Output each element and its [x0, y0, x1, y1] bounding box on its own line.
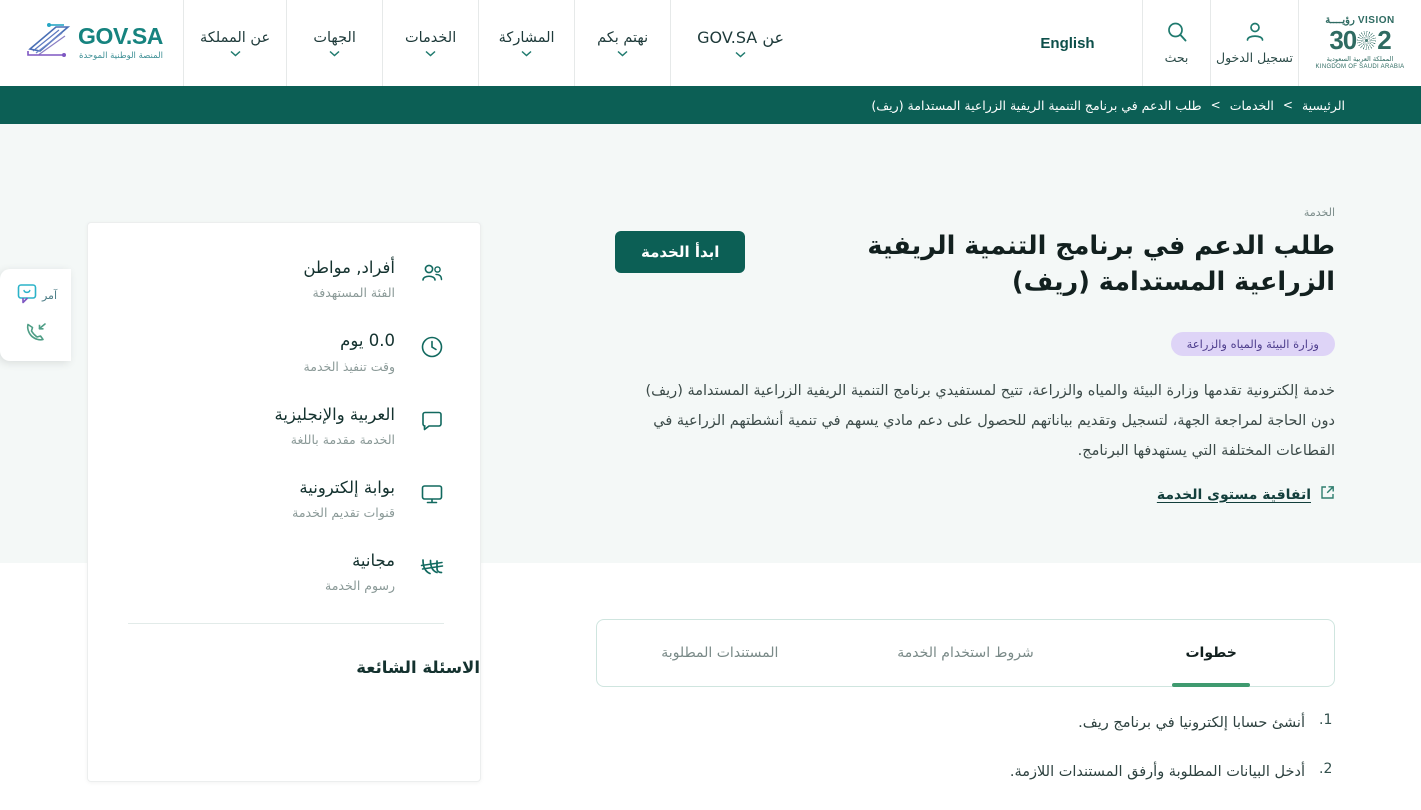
service-description: خدمة إلكترونية تقدمها وزارة البيئة والمي… [645, 383, 1335, 460]
nav-item-label: نهتم بكم [597, 29, 649, 46]
site-header: GOV.SA المنصة الوطنية الموحدة عن المملكة [0, 0, 1421, 86]
chevron-down-icon [425, 50, 436, 57]
agency-badge: وزارة البيئة والمياه والزراعة [1170, 332, 1335, 356]
floating-support-widget: آمر [0, 269, 71, 361]
govsa-logo-subtitle: المنصة الوطنية الموحدة [79, 51, 163, 61]
list-item: 1. أنشئ حسابا إلكترونيا في برنامج ريف. [596, 712, 1335, 735]
nav-item-label: عن GOV.SA [697, 28, 785, 47]
step-number: 2. [1319, 761, 1333, 778]
phone-callback-icon [23, 320, 49, 348]
govsa-logo[interactable]: GOV.SA المنصة الوطنية الموحدة [0, 0, 183, 86]
login-button-label: تسجيل الدخول [1215, 50, 1294, 65]
govsa-swoosh-icon [20, 21, 72, 65]
nav-item-label: عن المملكة [200, 29, 271, 46]
external-link-icon [1320, 485, 1335, 504]
search-icon [1166, 21, 1188, 47]
breadcrumb-item-current: طلب الدعم في برنامج التنمية الريفية الزر… [871, 97, 1202, 113]
riyal-icon [417, 552, 447, 582]
page-title: طلب الدعم في برنامج التنمية الريفية الزر… [867, 231, 1335, 298]
fact-label: رسوم الخدمة [325, 578, 395, 594]
start-service-button[interactable]: ابدأ الخدمة [615, 231, 746, 273]
chevron-down-icon [230, 50, 241, 57]
fact-value: 0.0 يوم [340, 331, 395, 351]
list-item: 2. أدخل البيانات المطلوبة وأرفق المستندا… [596, 761, 1335, 784]
tab-label: خطوات [1185, 645, 1237, 661]
breadcrumb-item-services[interactable]: الخدمات [1230, 98, 1274, 113]
service-kicker: الخدمة [1303, 206, 1335, 219]
tab-steps[interactable]: خطوات [1088, 620, 1334, 686]
callback-button[interactable] [23, 320, 49, 348]
search-button-label: بحث [1164, 50, 1189, 65]
breadcrumb-item-home[interactable]: الرئيسية [1302, 98, 1345, 113]
vision-logo-kingdom-ar: المملكة العربية السعودية [1326, 55, 1394, 64]
nav-item-entities[interactable]: الجهات [286, 0, 382, 86]
language-toggle-label: English [1040, 34, 1095, 52]
service-tabs: خطوات شروط استخدام الخدمة المستندات المط… [596, 619, 1335, 687]
fact-value: بوابة إلكترونية [299, 477, 395, 497]
tab-label: المستندات المطلوبة [661, 645, 779, 661]
fact-label: الفئة المستهدفة [312, 285, 395, 301]
vision-logo-year-left: 2 [1377, 25, 1392, 56]
user-icon [1244, 21, 1266, 47]
chat-icon [417, 406, 447, 436]
fact-language: العربية والإنجليزية الخدمة مقدمة باللغة [88, 404, 480, 447]
nav-item-we-care[interactable]: نهتم بكم [574, 0, 670, 86]
nav-item-services[interactable]: الخدمات [382, 0, 478, 86]
card-divider [128, 623, 444, 625]
language-toggle[interactable]: English [993, 0, 1143, 86]
vision-logo-ornament-icon [1357, 30, 1377, 50]
breadcrumb-separator: > [1282, 98, 1293, 112]
sla-link[interactable]: اتفاقية مستوى الخدمة [1157, 485, 1335, 504]
fact-label: قنوات تقديم الخدمة [292, 505, 395, 521]
users-icon [417, 259, 447, 289]
header-spacer [810, 0, 993, 86]
nav-item-label: الخدمات [404, 29, 457, 46]
fact-fees: مجانية رسوم الخدمة [88, 550, 480, 593]
fact-value: العربية والإنجليزية [274, 404, 395, 424]
step-text: أنشئ حسابا إلكترونيا في برنامج ريف. [1078, 715, 1305, 731]
fact-channels: بوابة إلكترونية قنوات تقديم الخدمة [88, 477, 480, 520]
fact-target-audience: أفراد, مواطن الفئة المستهدفة [88, 257, 480, 300]
nav-item-label: المشاركة [498, 29, 555, 46]
fact-label: الخدمة مقدمة باللغة [290, 431, 395, 447]
chevron-down-icon [521, 50, 532, 57]
chevron-down-icon [329, 50, 340, 57]
login-button[interactable]: تسجيل الدخول [1211, 0, 1299, 86]
step-number: 1. [1319, 712, 1333, 728]
fact-label: وقت تنفيذ الخدمة [303, 358, 395, 374]
fact-value: مجانية [352, 551, 395, 571]
sla-link-label: اتفاقية مستوى الخدمة [1156, 486, 1311, 503]
step-text: أدخل البيانات المطلوبة وأرفق المستندات ا… [1009, 764, 1305, 781]
vision-logo-year-right: 30 [1329, 25, 1357, 56]
nav-item-about-kingdom[interactable]: عن المملكة [183, 0, 286, 86]
faq-section-title[interactable]: الاسئلة الشائعة [88, 658, 480, 677]
tab-label: شروط استخدام الخدمة [897, 645, 1034, 661]
breadcrumb-separator: > [1210, 98, 1221, 112]
fact-service-time: 0.0 يوم وقت تنفيذ الخدمة [88, 330, 480, 374]
chevron-down-icon [617, 50, 628, 57]
chat-assistant-button[interactable]: آمر [14, 283, 57, 309]
monitor-icon [417, 479, 447, 509]
clock-icon [417, 332, 447, 362]
search-button[interactable]: بحث [1143, 0, 1211, 86]
nav-item-label: الجهات [313, 29, 356, 46]
chat-assistant-label: آمر [41, 289, 58, 302]
fact-value: أفراد, مواطن [303, 258, 395, 277]
tab-documents[interactable]: المستندات المطلوبة [597, 620, 843, 686]
vision-2030-logo: VISION رؤيــــة 2 30 المملكة العربية الس… [1299, 0, 1421, 86]
nav-item-participation[interactable]: المشاركة [478, 0, 574, 86]
steps-list: 1. أنشئ حسابا إلكترونيا في برنامج ريف. 2… [596, 712, 1335, 810]
breadcrumb: الرئيسية > الخدمات > طلب الدعم في برنامج… [0, 86, 1421, 124]
tab-terms[interactable]: شروط استخدام الخدمة [843, 620, 1089, 686]
chevron-down-icon [735, 51, 746, 58]
service-details-card: أفراد, مواطن الفئة المستهدفة 0.0 يوم وقت… [87, 222, 481, 782]
hero-header-row: طلب الدعم في برنامج التنمية الريفية الزر… [615, 228, 1335, 300]
chat-bubble-icon [14, 283, 38, 309]
nav-item-about-govsa[interactable]: عن GOV.SA [670, 0, 810, 86]
govsa-logo-wordmark: GOV.SA [78, 23, 163, 49]
vision-logo-kingdom-en: KINGDOM OF SAUDI ARABIA [1315, 63, 1405, 70]
